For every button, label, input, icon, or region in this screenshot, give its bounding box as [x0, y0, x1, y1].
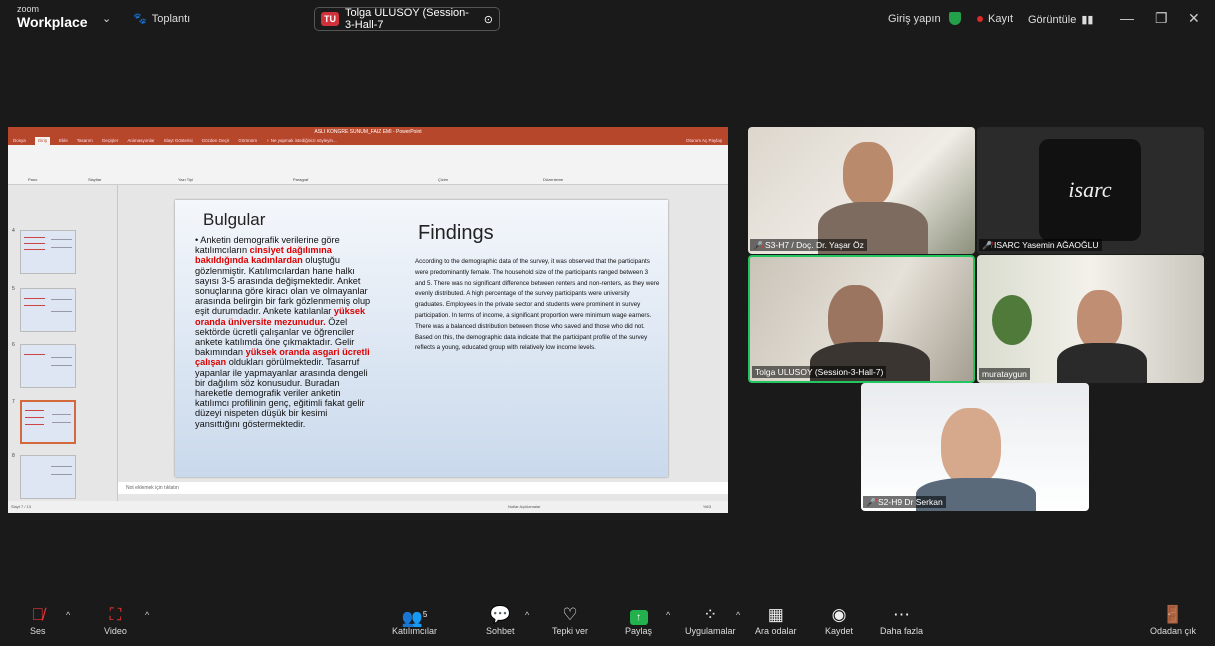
slide-thumbnails: 4 5 6 7 8: [8, 185, 118, 503]
zoom-logo: zoom Workplace: [17, 4, 88, 30]
meeting-menu[interactable]: 🐾 Toplantı: [133, 12, 190, 26]
tab-gecisler[interactable]: Geçişler: [102, 137, 119, 145]
more-dots-icon: ⋯: [893, 605, 911, 624]
shared-screen: ASLI KONGRE SUNUM_FAIZ EMI - PowerPoint …: [8, 127, 728, 513]
apps-button[interactable]: ⁘ Uygulamalar: [685, 604, 736, 636]
record-dot-icon: [977, 16, 983, 22]
paw-icon: 🐾: [133, 13, 147, 25]
close-icon[interactable]: ✕: [1188, 10, 1200, 27]
chevron-down-icon[interactable]: ⌄: [102, 12, 111, 25]
restore-icon[interactable]: ❐: [1155, 10, 1168, 27]
share-options-caret[interactable]: ^: [666, 610, 670, 620]
heart-icon: ♡: [562, 605, 578, 624]
mic-muted-icon: 🎙̸: [31, 605, 45, 624]
video-tile-tolga-active-speaker[interactable]: Tolga ULUSOY (Session-3-Hall-7): [748, 255, 975, 383]
ppt-tabs: Dosya Giriş Ekle Tasarım Geçişler Animas…: [8, 137, 728, 145]
share-button[interactable]: ↑ Paylaş: [625, 604, 652, 636]
muted-mic-icon: 🎤̸: [982, 241, 992, 250]
top-bar: zoom Workplace ⌄ 🐾 Toplantı TU Tolga ULUSOY…: [0, 0, 1215, 40]
meeting-toolbar: 🎙̸ Ses ^ ⛶ Video ^ 👥5 Katılımcılar 💬 Sohbet …: [0, 600, 1215, 646]
share-screen-icon: ↑: [629, 610, 648, 625]
video-tile-serkan[interactable]: 🎤̸ S2-H9 Dr Serkan: [861, 383, 1089, 511]
chat-button[interactable]: 💬 Sohbet: [486, 604, 515, 636]
participant-name: 🎤̸ S2-H9 Dr Serkan: [863, 496, 946, 508]
muted-mic-icon: 🎤̸: [866, 498, 876, 507]
tab-gorunum[interactable]: Görünüm: [238, 137, 257, 145]
notes-pane[interactable]: Not eklemek için tıklatın: [118, 482, 728, 494]
participant-name: murataygun: [979, 368, 1030, 380]
tell-me-box[interactable]: ♀ Ne yapmak istediğinizi söyleyin...: [266, 137, 337, 145]
tab-animasyonlar[interactable]: Animasyonlar: [127, 137, 154, 145]
record-button[interactable]: ◉ Kaydet: [825, 604, 853, 636]
tab-slayt-gosterisi[interactable]: Slayt Gösterisi: [164, 137, 193, 145]
slide-title-en: Findings: [418, 222, 494, 244]
ppt-ribbon: Pano Slaytlar Yazı Tipi Paragraf Çizim D…: [8, 145, 728, 185]
camera-off-icon: ⛶: [109, 605, 122, 624]
react-button[interactable]: ♡ Tepki ver: [552, 604, 588, 636]
slide-thumb-5[interactable]: [20, 288, 76, 332]
recording-indicator[interactable]: Kayıt: [977, 13, 1013, 25]
participants-button[interactable]: 👥5 Katılımcılar: [392, 604, 437, 636]
security-shield-icon: [949, 12, 961, 25]
tab-gozden-gecir[interactable]: Gözden Geçir: [202, 137, 230, 145]
participants-icon: 👥: [401, 608, 423, 628]
video-tile-isarc[interactable]: isarc 🎤̸ ISARC Yasemin AĞAOĞLU: [977, 127, 1204, 254]
slide-body-en: According to the demographic data of the…: [415, 258, 660, 352]
slide-thumb-7-selected[interactable]: [20, 400, 76, 444]
view-button[interactable]: Görüntüle ▮▮: [1028, 13, 1094, 27]
breakout-grid-icon: ▦: [767, 605, 784, 624]
audio-options-caret[interactable]: ^: [66, 610, 70, 620]
current-slide: Bulgular Findings • Anketin demografik v…: [175, 200, 668, 477]
slide-body-tr: • Anketin demografik verilerine göre kat…: [195, 235, 371, 429]
tab-ekle[interactable]: Ekle: [59, 137, 68, 145]
record-icon: ◉: [831, 605, 847, 624]
slide-thumb-6[interactable]: [20, 344, 76, 388]
tab-tasarim[interactable]: Tasarım: [77, 137, 93, 145]
tab-dosya[interactable]: Dosya: [13, 137, 26, 145]
video-button[interactable]: ⛶ Video: [104, 604, 127, 636]
breakout-rooms-button[interactable]: ▦ Ara odalar: [755, 604, 797, 636]
grid-icon: ▮▮: [1081, 14, 1094, 26]
ppt-statusbar: Slayt 7 / 13 Notlar Açıklamalar %63: [8, 501, 728, 513]
apps-options-caret[interactable]: ^: [736, 610, 740, 620]
slide-title-tr: Bulgular: [203, 210, 266, 229]
leave-button[interactable]: 🚪 Odadan çık: [1150, 604, 1196, 636]
participant-name: 🎤̸ ISARC Yasemin AĞAOĞLU: [979, 239, 1102, 251]
isarc-logo: isarc: [1039, 139, 1141, 241]
video-tile-murataygun[interactable]: murataygun: [977, 255, 1204, 383]
tab-giris[interactable]: Giriş: [34, 137, 51, 145]
account-link[interactable]: Oturum Aç Paylaş: [686, 137, 722, 145]
share-user-badge: TU: [321, 12, 339, 26]
ppt-titlebar: ASLI KONGRE SUNUM_FAIZ EMI - PowerPoint: [8, 127, 728, 137]
more-icon[interactable]: ⊙: [484, 13, 493, 26]
audio-button[interactable]: 🎙̸ Ses: [30, 604, 46, 636]
signin-link[interactable]: Giriş yapın: [888, 13, 941, 25]
leave-door-icon: 🚪: [1162, 605, 1184, 624]
participant-name: Tolga ULUSOY (Session-3-Hall-7): [752, 366, 887, 378]
video-tile-yasar[interactable]: 🎤̸ S3-H7 / Doç. Dr. Yaşar Öz: [748, 127, 975, 254]
slide-thumb-8[interactable]: [20, 455, 76, 499]
chat-icon: 💬: [489, 605, 511, 624]
share-indicator[interactable]: TU Tolga ULUSOY (Session-3-Hall-7 ⊙: [314, 7, 500, 31]
muted-mic-icon: 🎤̸: [753, 241, 763, 250]
video-options-caret[interactable]: ^: [145, 610, 149, 620]
participant-name: 🎤̸ S3-H7 / Doç. Dr. Yaşar Öz: [750, 239, 867, 251]
minimize-icon[interactable]: —: [1120, 10, 1134, 26]
chat-options-caret[interactable]: ^: [525, 610, 529, 620]
more-button[interactable]: ⋯ Daha fazla: [880, 604, 923, 636]
apps-icon: ⁘: [703, 605, 718, 624]
slide-thumb-4[interactable]: [20, 230, 76, 274]
